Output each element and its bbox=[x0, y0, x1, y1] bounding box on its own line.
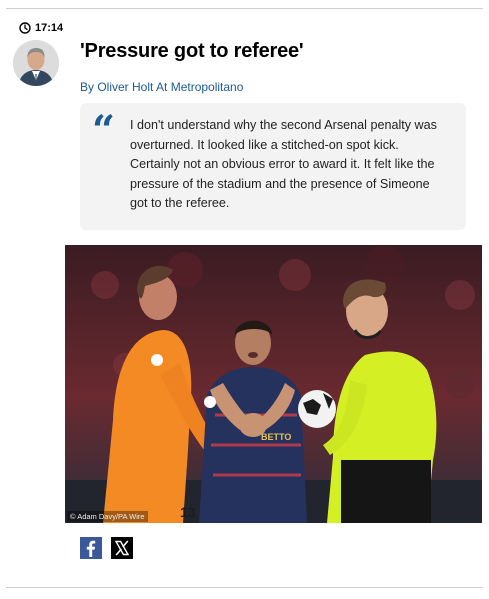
quote-text: I don't understand why the second Arsena… bbox=[130, 118, 437, 210]
pull-quote: “ I don't understand why the second Arse… bbox=[80, 103, 466, 230]
quote-mark-icon: “ bbox=[92, 107, 116, 154]
author-avatar bbox=[13, 40, 59, 86]
facebook-icon bbox=[86, 540, 96, 557]
timestamp-text: 17:14 bbox=[35, 22, 64, 34]
facebook-share-button[interactable] bbox=[80, 537, 102, 559]
match-photo: 13 BETTO © Adam Davy/PA Wire bbox=[65, 245, 482, 523]
x-icon bbox=[114, 540, 130, 556]
photo-credit: © Adam Davy/PA Wire bbox=[67, 511, 148, 522]
svg-text:BETTO: BETTO bbox=[261, 432, 291, 442]
svg-text:13: 13 bbox=[180, 504, 196, 520]
top-divider bbox=[6, 8, 483, 9]
x-share-button[interactable] bbox=[111, 537, 133, 559]
clock-icon bbox=[19, 22, 31, 34]
author-byline[interactable]: By Oliver Holt At Metropolitano bbox=[80, 80, 243, 94]
post-headline: 'Pressure got to referee' bbox=[80, 40, 304, 62]
bottom-divider bbox=[6, 587, 483, 588]
post-timestamp: 17:14 bbox=[19, 22, 63, 34]
